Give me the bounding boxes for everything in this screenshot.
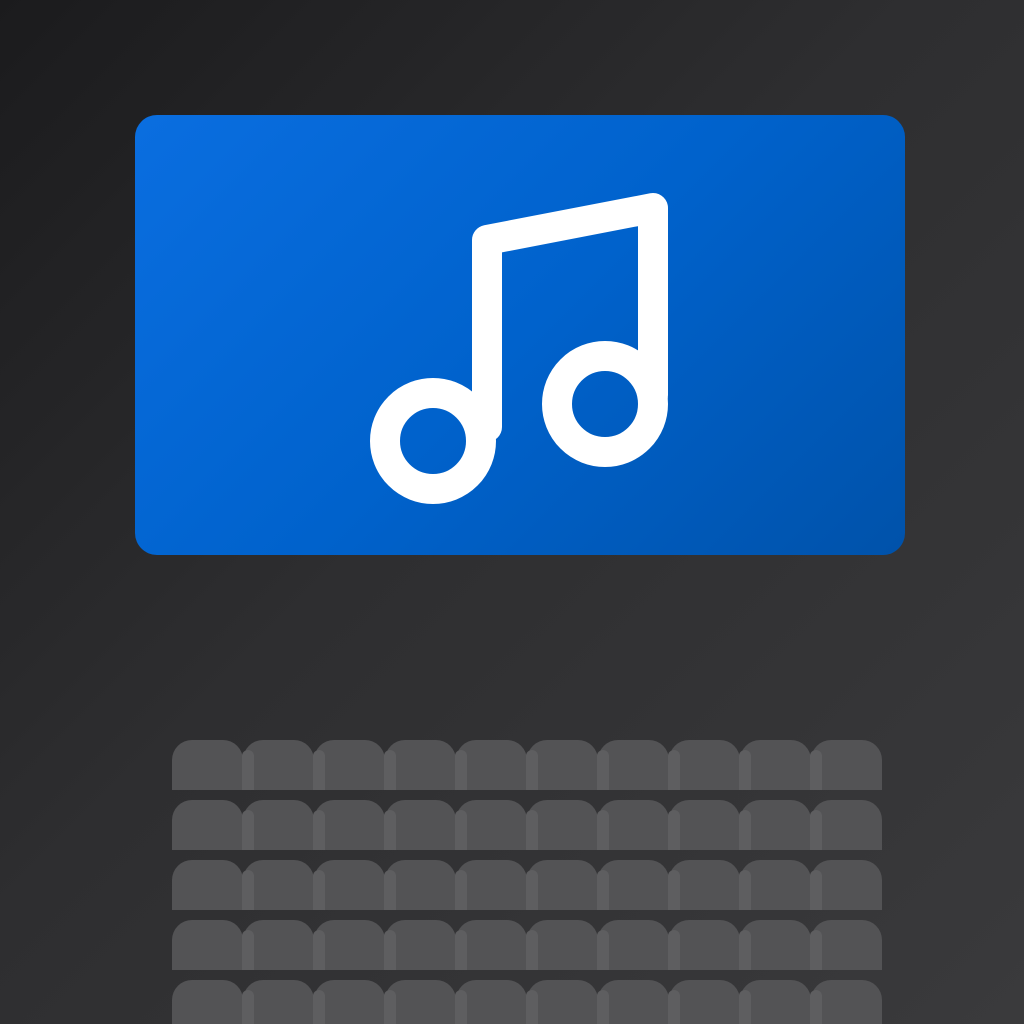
- seat: [172, 980, 243, 1024]
- seat: [313, 740, 385, 790]
- seat: [384, 980, 456, 1024]
- seat: [526, 740, 598, 790]
- seat: [455, 860, 527, 910]
- seat: [597, 740, 669, 790]
- seat: [172, 740, 243, 790]
- seat: [810, 920, 882, 970]
- seat: [384, 740, 456, 790]
- seat: [739, 980, 811, 1024]
- seat: [668, 860, 740, 910]
- seat: [739, 800, 811, 850]
- seat-row: [172, 800, 882, 850]
- theater-seating: [172, 740, 882, 1024]
- seat: [455, 980, 527, 1024]
- seat: [172, 800, 243, 850]
- seat: [526, 800, 598, 850]
- seat: [384, 800, 456, 850]
- seat-row: [172, 920, 882, 970]
- seat: [739, 740, 811, 790]
- seat: [810, 740, 882, 790]
- seat: [526, 860, 598, 910]
- cinema-screen: [135, 115, 905, 555]
- seat-row: [172, 860, 882, 910]
- seat: [597, 980, 669, 1024]
- seat: [384, 920, 456, 970]
- seat: [313, 980, 385, 1024]
- music-note-icon: [370, 193, 668, 504]
- seat: [810, 980, 882, 1024]
- seat: [526, 980, 598, 1024]
- seat: [313, 800, 385, 850]
- seat: [242, 860, 314, 910]
- seat: [668, 740, 740, 790]
- seat: [242, 800, 314, 850]
- seat: [455, 800, 527, 850]
- seat: [242, 920, 314, 970]
- seat: [739, 860, 811, 910]
- seat: [668, 980, 740, 1024]
- seat: [455, 740, 527, 790]
- seat: [455, 920, 527, 970]
- seat: [597, 800, 669, 850]
- seat: [739, 920, 811, 970]
- seat: [242, 980, 314, 1024]
- seat: [526, 920, 598, 970]
- seat: [668, 920, 740, 970]
- seat: [313, 920, 385, 970]
- seat: [810, 800, 882, 850]
- app-icon: [0, 0, 1024, 1024]
- seat-row: [172, 740, 882, 790]
- seat: [313, 860, 385, 910]
- seat: [384, 860, 456, 910]
- seat: [172, 920, 243, 970]
- seat: [810, 860, 882, 910]
- seat: [242, 740, 314, 790]
- seat: [597, 860, 669, 910]
- seat: [597, 920, 669, 970]
- seat: [172, 860, 243, 910]
- seat-row: [172, 980, 882, 1024]
- seat: [668, 800, 740, 850]
